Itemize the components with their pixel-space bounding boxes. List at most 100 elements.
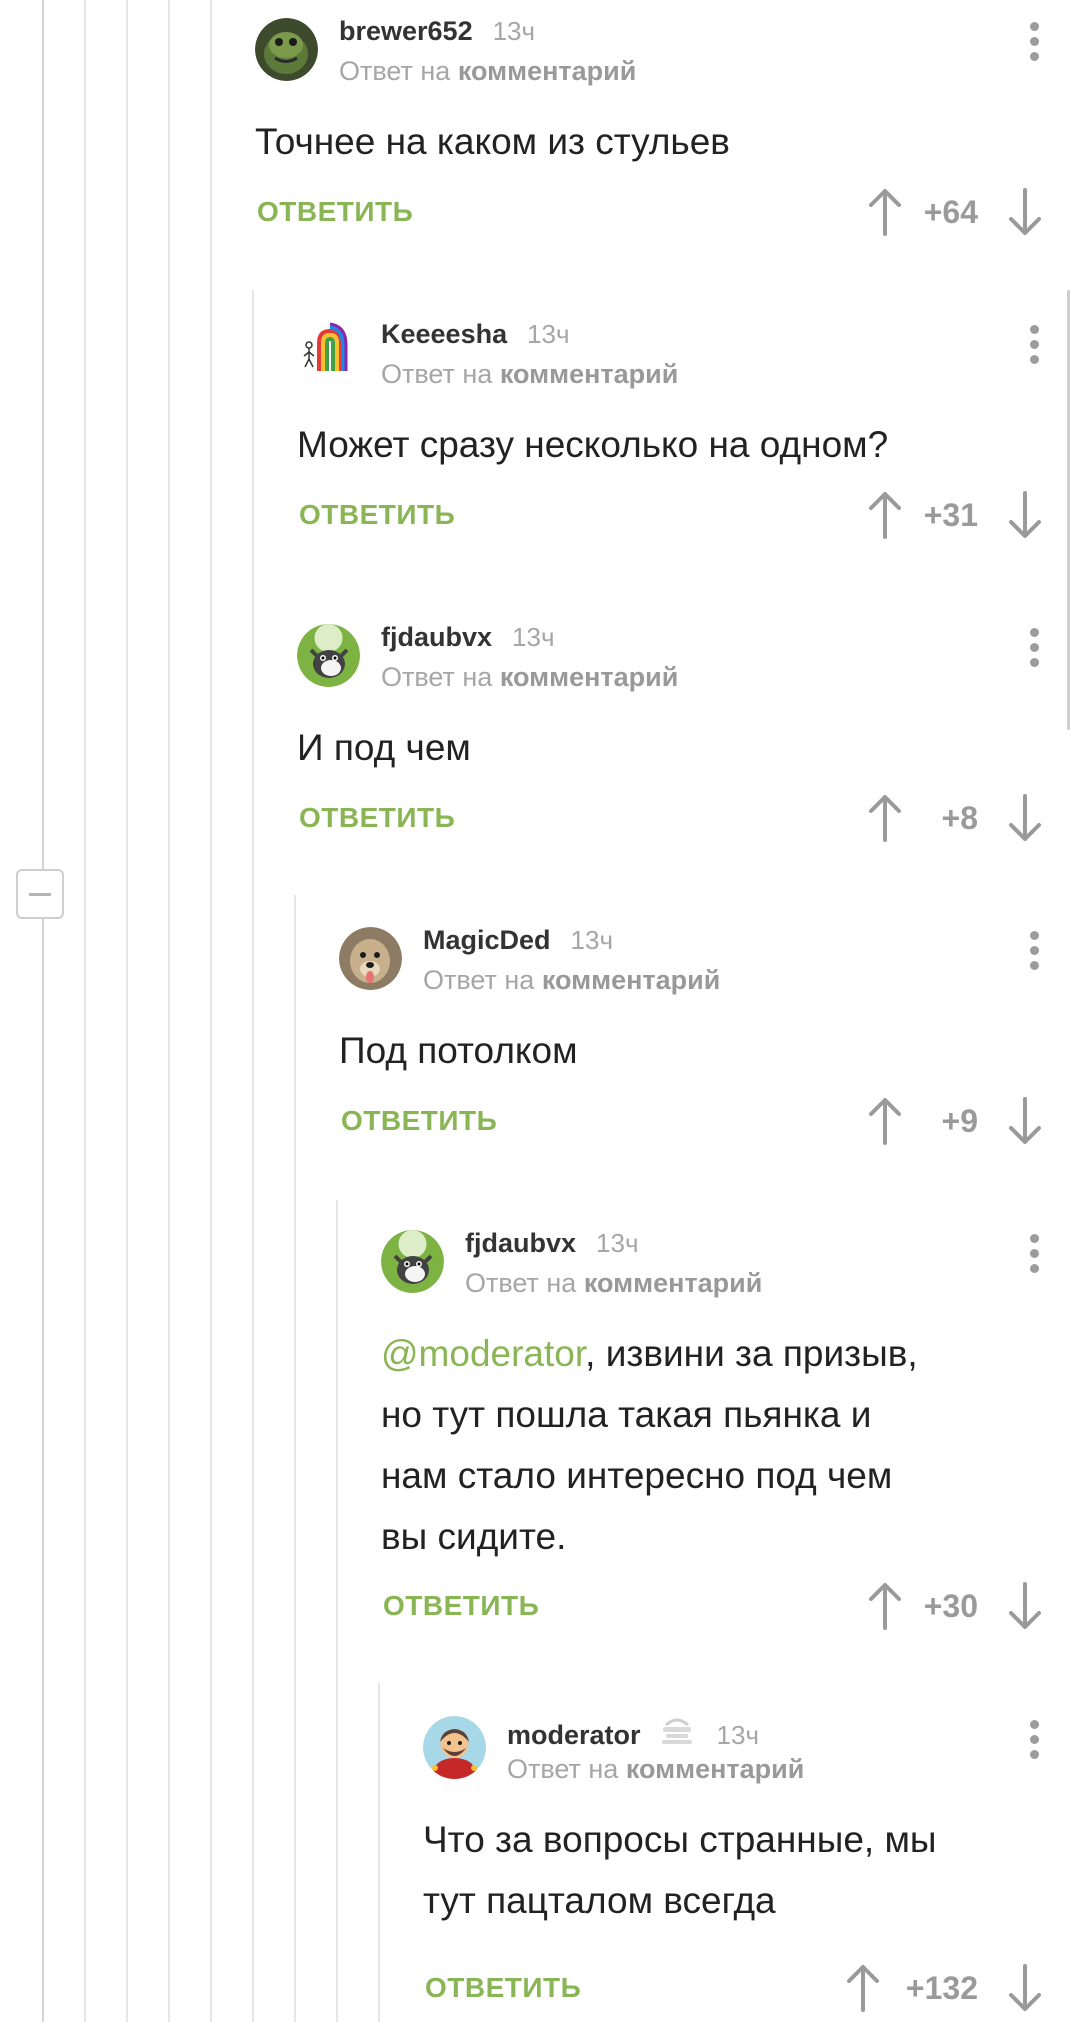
thread-line [84,0,86,2022]
timestamp: 13ч [570,925,613,955]
downvote-icon[interactable] [1008,794,1042,842]
timestamp: 13ч [716,1720,759,1750]
downvote-icon[interactable] [1008,188,1042,236]
reply-to-link[interactable]: комментарий [500,359,679,389]
avatar[interactable] [423,1716,486,1779]
timestamp: 13ч [596,1228,639,1258]
thread-line [42,0,44,2022]
reply-to: Ответ на комментарий [423,965,720,996]
comment-text: @moderator, извини за призыв, но тут пош… [381,1323,1001,1567]
reply-to: Ответ на комментарий [507,1754,804,1785]
downvote-icon[interactable] [1008,1582,1042,1630]
comment-meta: Keeeesha 13ч [381,321,570,348]
upvote-icon[interactable] [846,1964,880,2012]
downvote-icon[interactable] [1008,491,1042,539]
thread-line [126,0,128,2022]
score: +64 [923,194,978,230]
reply-button[interactable]: ОТВЕТИТЬ [341,1105,497,1137]
reply-to-prefix: Ответ на [381,359,493,389]
comment: MagicDed 13ч Ответ на комментарий Под пот… [339,927,1070,1147]
more-options-icon[interactable] [1024,1234,1044,1282]
collapse-thread-button[interactable] [16,869,64,919]
avatar[interactable] [255,18,318,81]
upvote-icon[interactable] [868,1097,902,1145]
reply-to-link[interactable]: комментарий [458,56,637,86]
more-options-icon[interactable] [1024,931,1044,979]
downvote-icon[interactable] [1008,1097,1042,1145]
thread-line [210,0,212,2022]
reply-button[interactable]: ОТВЕТИТЬ [299,802,455,834]
comment: moderator 13ч Ответ на комментарий Что за… [423,1716,1070,2016]
thread-line [294,895,296,2022]
comment-text-line: Что за вопросы странные, мы [423,1819,937,1860]
username[interactable]: moderator [507,1720,641,1750]
username[interactable]: MagicDed [423,925,551,955]
comment-text-line: тут пацталом всегда [423,1880,776,1921]
comment-text: Под потолком [339,1030,578,1071]
more-options-icon[interactable] [1024,325,1044,373]
reply-button[interactable]: ОТВЕТИТЬ [425,1972,581,2004]
reply-to: Ответ на комментарий [381,662,678,693]
comment-text: Что за вопросы странные, мы тут пацталом… [423,1809,1023,1931]
comment: fjdaubvx 13ч Ответ на комментарий @modera… [381,1230,1070,1630]
username[interactable]: fjdaubvx [381,622,492,652]
username[interactable]: brewer652 [339,16,473,46]
comment-text: И под чем [297,727,471,768]
comment-text-line: но тут пошла такая пьянка и [381,1394,872,1435]
avatar[interactable] [297,321,360,384]
thread-line [336,1200,338,2022]
comment: brewer652 13ч Ответ на комментарий Точнее… [255,18,1070,238]
comment-meta: fjdaubvx 13ч [465,1230,639,1257]
comment-text-line: @moderator, извини за призыв, [381,1323,1001,1384]
score: +31 [923,497,978,533]
reply-to-prefix: Ответ на [381,662,493,692]
reply-to: Ответ на комментарий [465,1268,762,1299]
reply-to-link[interactable]: комментарий [500,662,679,692]
reply-to-prefix: Ответ на [465,1268,577,1298]
reply-button[interactable]: ОТВЕТИТЬ [299,499,455,531]
minus-icon [29,893,51,896]
timestamp: 13ч [492,16,536,46]
reply-to-link[interactable]: комментарий [626,1754,805,1784]
downvote-icon[interactable] [1008,1964,1042,2012]
more-options-icon[interactable] [1024,1720,1044,1768]
comment-meta: brewer652 13ч [339,18,535,45]
upvote-icon[interactable] [868,188,902,236]
username[interactable]: Keeeesha [381,319,507,349]
comment-text: Точнее на каком из стульев [255,121,730,162]
comment: Keeeesha 13ч Ответ на комментарий Может с… [297,321,1070,541]
reply-to-prefix: Ответ на [507,1754,619,1784]
reply-button[interactable]: ОТВЕТИТЬ [383,1590,539,1622]
thread-line [252,290,254,2022]
reply-to: Ответ на комментарий [381,359,678,390]
score: +8 [941,800,978,836]
reply-to-link[interactable]: комментарий [584,1268,763,1298]
reply-button[interactable]: ОТВЕТИТЬ [257,196,413,228]
username[interactable]: fjdaubvx [465,1228,576,1258]
score: +9 [941,1103,978,1139]
user-mention-link[interactable]: @moderator [381,1333,585,1374]
more-options-icon[interactable] [1024,22,1044,70]
timestamp: 13ч [527,319,570,349]
reply-to: Ответ на комментарий [339,56,636,87]
timestamp: 13ч [512,622,555,652]
comment-meta: fjdaubvx 13ч [381,624,555,651]
comment-text-line: вы сидите. [381,1516,567,1557]
comment-text-fragment: , извини за призыв, [585,1333,918,1374]
thread-line [168,0,170,2022]
avatar[interactable] [297,624,360,687]
upvote-icon[interactable] [868,1582,902,1630]
score: +30 [923,1588,978,1624]
more-options-icon[interactable] [1024,628,1044,676]
comment-text-line: нам стало интересно под чем [381,1455,893,1496]
comment-meta: MagicDed 13ч [423,927,613,954]
reply-to-prefix: Ответ на [339,56,451,86]
thread-line [378,1683,380,2022]
upvote-icon[interactable] [868,794,902,842]
avatar[interactable] [339,927,402,990]
reply-to-link[interactable]: комментарий [542,965,721,995]
upvote-icon[interactable] [868,491,902,539]
moderator-badge-icon [659,1716,695,1750]
avatar[interactable] [381,1230,444,1293]
comment: fjdaubvx 13ч Ответ на комментарий И под ч… [297,624,1070,844]
